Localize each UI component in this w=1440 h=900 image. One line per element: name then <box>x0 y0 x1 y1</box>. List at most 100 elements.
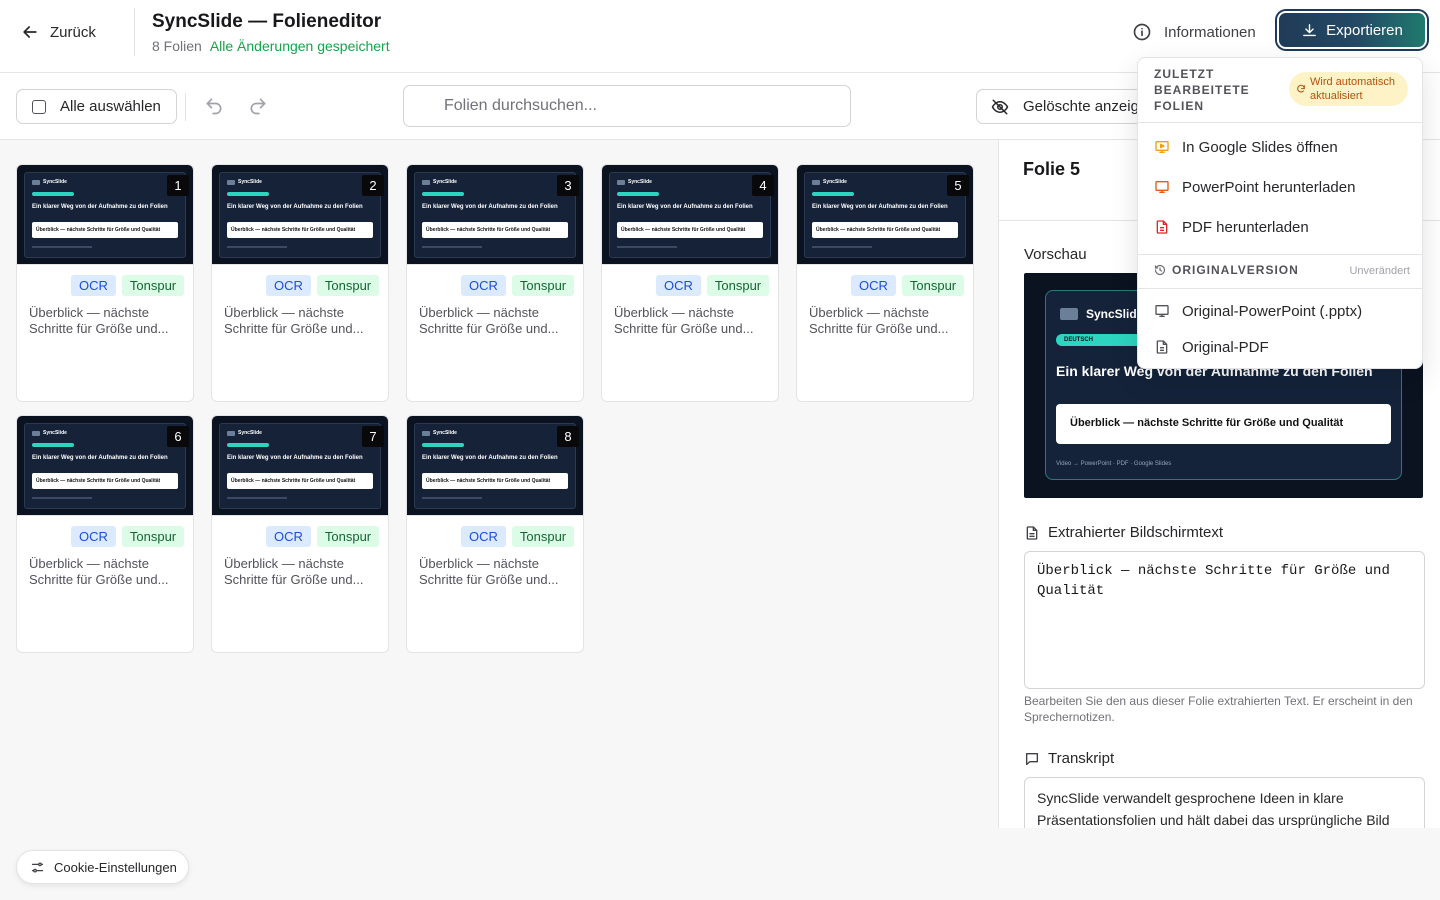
info-button[interactable]: Informationen <box>1132 20 1256 44</box>
slide-text-preview: Überblick — nächste Schritte für Größe u… <box>29 556 169 587</box>
search-input[interactable] <box>403 85 851 127</box>
ocr-badge: OCR <box>461 275 506 296</box>
transcript-field[interactable]: SyncSlide verwandelt gesprochene Ideen i… <box>1024 777 1425 828</box>
thumbnail-pill <box>227 192 269 196</box>
document-icon <box>1026 525 1038 540</box>
thumbnail-footer <box>32 246 92 248</box>
logo-icon <box>227 179 235 185</box>
thumbnail-brand: SyncSlide <box>227 430 262 436</box>
thumbnail-pill <box>812 192 854 196</box>
thumbnail-headline: Ein klarer Weg von der Aufnahme zu den F… <box>227 204 363 210</box>
thumbnail-box-text: Überblick — nächste Schritte für Größe u… <box>227 473 373 489</box>
export-button[interactable]: Exportieren <box>1279 13 1425 47</box>
thumbnail-brand: SyncSlide <box>32 430 67 436</box>
thumbnail-frame: SyncSlide Ein klarer Weg von der Aufnahm… <box>24 423 186 509</box>
back-button[interactable]: Zurück <box>20 20 96 44</box>
checkbox-icon[interactable] <box>32 99 46 114</box>
logo-icon <box>422 430 430 436</box>
ocr-badge: OCR <box>461 526 506 547</box>
slide-card[interactable]: SyncSlide Ein klarer Weg von der Aufnahm… <box>406 164 584 402</box>
thumbnail-brand: SyncSlide <box>422 179 457 185</box>
save-status: Alle Änderungen gespeichert <box>209 38 390 54</box>
thumbnail-pill <box>422 443 464 447</box>
slide-thumbnail: SyncSlide Ein klarer Weg von der Aufnahm… <box>797 165 973 265</box>
slide-card[interactable]: SyncSlide Ein klarer Weg von der Aufnahm… <box>211 164 389 402</box>
extracted-text-field[interactable]: Überblick — nächste Schritte für Größe u… <box>1024 551 1425 689</box>
slide-badges: OCR Tonspur <box>461 526 575 547</box>
slide-thumbnail: SyncSlide Ein klarer Weg von der Aufnahm… <box>212 416 388 516</box>
extracted-text-helper: Bearbeiten Sie den aus dieser Folie extr… <box>1024 694 1413 724</box>
cookie-settings-label: Cookie-Einstellungen <box>54 859 177 875</box>
download-powerpoint-item[interactable]: PowerPoint herunterladen <box>1154 176 1355 198</box>
slide-badges: OCR Tonspur <box>266 275 380 296</box>
original-pdf-item[interactable]: Original-PDF <box>1154 336 1269 358</box>
download-pdf-item[interactable]: PDF herunterladen <box>1154 216 1309 238</box>
slide-number: 5 <box>947 175 969 196</box>
original-pptx-item[interactable]: Original-PowerPoint (.pptx) <box>1154 300 1362 322</box>
history-icon <box>1154 264 1166 276</box>
logo-icon <box>227 430 235 436</box>
slide-card[interactable]: SyncSlide Ein klarer Weg von der Aufnahm… <box>16 164 194 402</box>
menu-divider <box>1138 254 1422 255</box>
export-label: Exportieren <box>1326 21 1403 39</box>
sliders-icon <box>31 862 44 872</box>
slide-text-preview: Überblick — nächste Schritte für Größe u… <box>419 305 559 336</box>
slide-thumbnail: SyncSlide Ein klarer Weg von der Aufnahm… <box>17 165 193 265</box>
thumbnail-headline: Ein klarer Weg von der Aufnahme zu den F… <box>422 455 558 461</box>
slide-count: 8 Folien <box>152 38 202 54</box>
thumbnail-pill <box>32 192 74 196</box>
slide-text-preview: Überblick — nächste Schritte für Größe u… <box>29 305 169 336</box>
export-dropdown: ZULETZT BEARBEITETE FOLIEN Wird automati… <box>1137 57 1423 369</box>
slide-thumbnail: SyncSlide Ein klarer Weg von der Aufnahm… <box>407 416 583 516</box>
original-version-heading: ORIGINALVERSION <box>1154 263 1299 277</box>
thumbnail-brand-text: SyncSlide <box>43 179 67 185</box>
auto-update-text: Wird automatisch aktualisiert <box>1310 76 1395 102</box>
preview-footer: Video → PowerPoint · PDF · Google Slides <box>1056 461 1172 467</box>
thumbnail-brand: SyncSlide <box>227 179 262 185</box>
slide-card[interactable]: SyncSlide Ein klarer Weg von der Aufnahm… <box>16 415 194 653</box>
thumbnail-brand-text: SyncSlide <box>433 430 457 436</box>
open-google-slides-item[interactable]: In Google Slides öffnen <box>1154 136 1338 158</box>
slide-badges: OCR Tonspur <box>71 275 185 296</box>
ocr-badge: OCR <box>851 275 896 296</box>
slide-card[interactable]: SyncSlide Ein klarer Weg von der Aufnahm… <box>601 164 779 402</box>
audio-badge: Tonspur <box>511 275 575 296</box>
logo-icon <box>32 430 40 436</box>
thumbnail-pill <box>617 192 659 196</box>
thumbnail-brand: SyncSlide <box>32 179 67 185</box>
google-slides-icon <box>1155 141 1169 153</box>
thumbnail-brand-text: SyncSlide <box>433 179 457 185</box>
logo-icon <box>617 179 625 185</box>
thumbnail-pill <box>32 443 74 447</box>
slide-card[interactable]: SyncSlide Ein klarer Weg von der Aufnahm… <box>406 415 584 653</box>
open-google-slides-label: In Google Slides öffnen <box>1182 138 1338 156</box>
thumbnail-headline: Ein klarer Weg von der Aufnahme zu den F… <box>422 204 558 210</box>
thumbnail-frame: SyncSlide Ein klarer Weg von der Aufnahm… <box>609 172 771 258</box>
extracted-text-label: Extrahierter Bildschirmtext <box>1024 524 1223 541</box>
slide-badges: OCR Tonspur <box>71 526 185 547</box>
panel-title: Folie 5 <box>1023 159 1081 179</box>
audio-badge: Tonspur <box>316 526 380 547</box>
redo-icon[interactable] <box>248 96 268 116</box>
select-all-button[interactable]: Alle auswählen <box>16 89 177 124</box>
thumbnail-footer <box>422 246 482 248</box>
toolbar-divider <box>185 93 186 121</box>
undo-icon[interactable] <box>204 96 224 116</box>
thumbnail-pill <box>227 443 269 447</box>
thumbnail-brand-text: SyncSlide <box>628 179 652 185</box>
thumbnail-footer <box>227 497 287 499</box>
slide-badges: OCR Tonspur <box>656 275 770 296</box>
original-pptx-label: Original-PowerPoint (.pptx) <box>1182 302 1363 320</box>
slide-number: 7 <box>362 426 384 447</box>
slide-card[interactable]: SyncSlide Ein klarer Weg von der Aufnahm… <box>211 415 389 653</box>
ocr-badge: OCR <box>71 275 116 296</box>
audio-badge: Tonspur <box>901 275 965 296</box>
thumbnail-headline: Ein klarer Weg von der Aufnahme zu den F… <box>227 455 363 461</box>
preview-brand: SyncSlide <box>1060 307 1143 321</box>
slide-card[interactable]: SyncSlide Ein klarer Weg von der Aufnahm… <box>796 164 974 402</box>
slide-number: 4 <box>752 175 774 196</box>
thumbnail-frame: SyncSlide Ein klarer Weg von der Aufnahm… <box>219 172 381 258</box>
cookie-settings-button[interactable]: Cookie-Einstellungen <box>16 850 189 884</box>
thumbnail-footer <box>227 246 287 248</box>
thumbnail-brand: SyncSlide <box>617 179 652 185</box>
